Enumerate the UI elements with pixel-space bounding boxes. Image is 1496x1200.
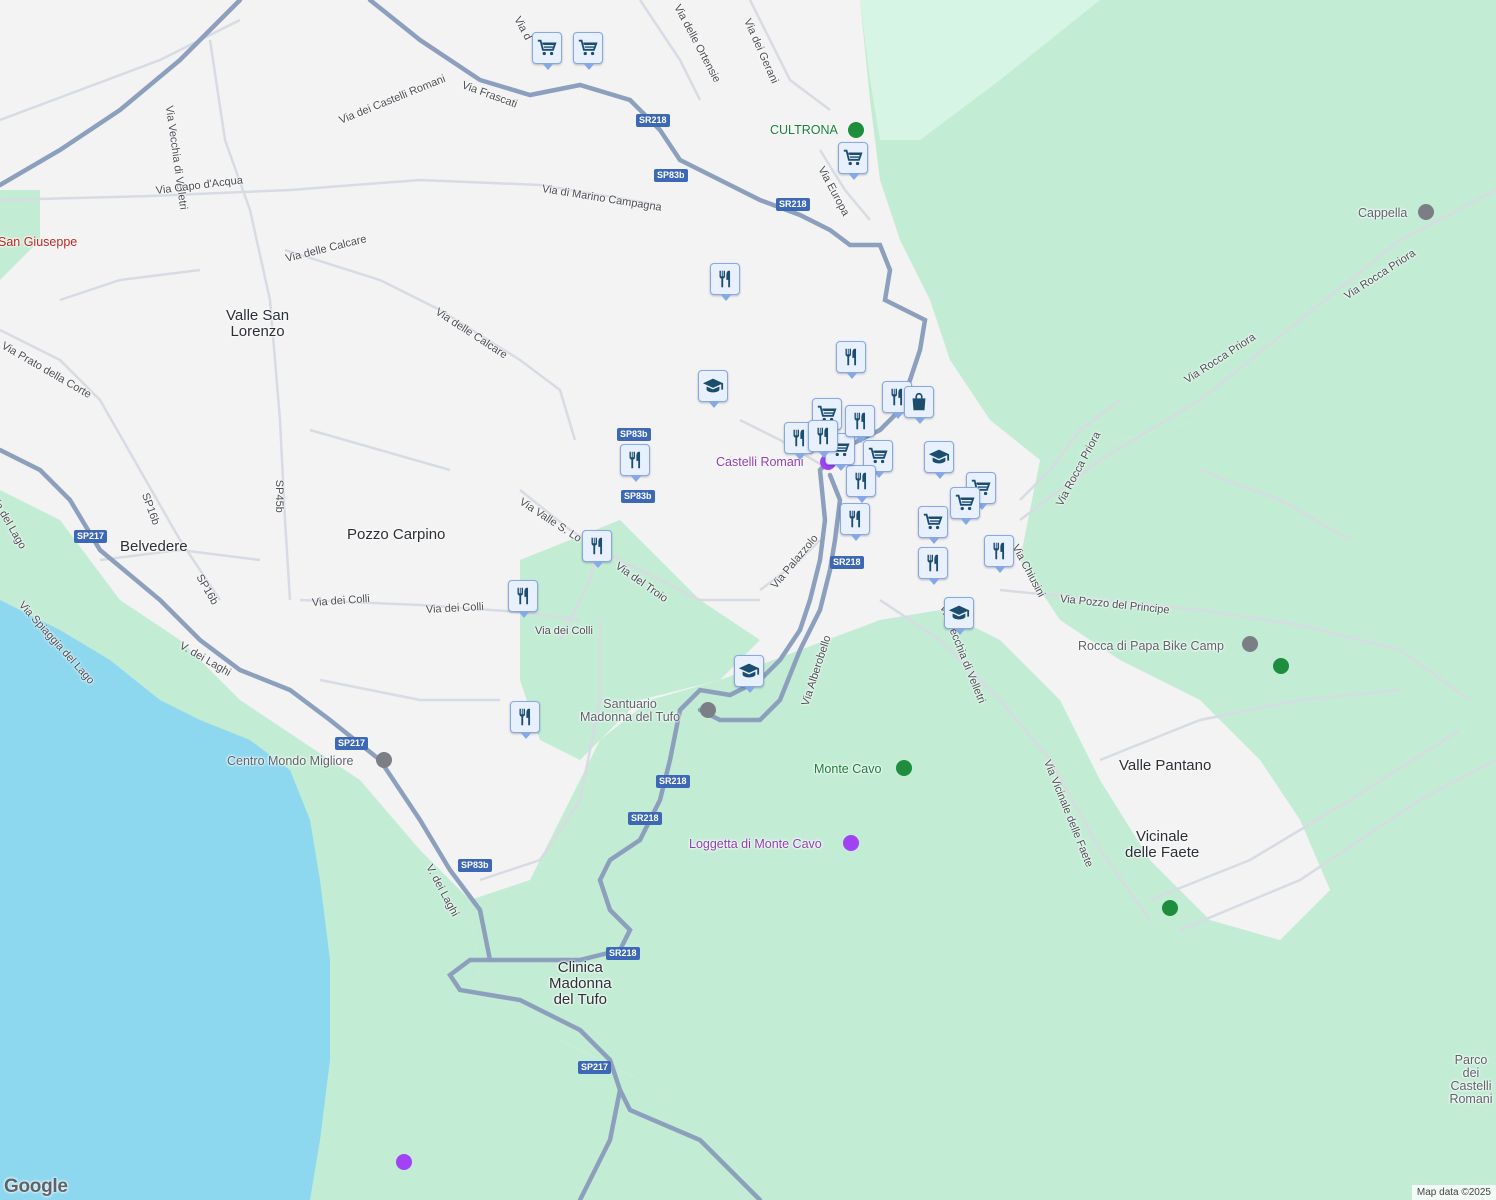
map-marker-graduation-cap[interactable] [924,441,954,479]
viewpoint-camera-icon[interactable] [843,835,859,851]
cart-icon [577,37,599,59]
map-marker-cart[interactable] [950,487,980,525]
fork-knife-icon [988,540,1010,562]
area-label-belvedere: Belvedere [120,538,188,555]
map-marker-shopping-bag[interactable] [904,386,934,424]
park-poi-icon[interactable] [1273,658,1289,674]
school-icon[interactable] [1242,636,1258,652]
area-label-valle-san-lorenzo: Valle San Lorenzo [226,307,290,340]
map-marker-cart[interactable] [532,32,562,70]
poi-label-parco-dei-castelli-romani[interactable]: Parco dei Castelli Romani [1446,1053,1496,1107]
map-marker-fork-knife[interactable] [710,263,740,301]
fork-knife-icon [922,552,944,574]
graduation-cap-icon [948,602,970,624]
fork-knife-icon [849,410,871,432]
map-marker-fork-knife[interactable] [808,420,838,458]
poi-label-monte-cavo[interactable]: Monte Cavo [814,762,881,776]
map-marker-cart[interactable] [838,142,868,180]
museum-icon[interactable] [376,752,392,768]
museum-icon[interactable] [396,1154,412,1170]
map-marker-graduation-cap[interactable] [698,370,728,408]
fork-knife-icon [850,470,872,492]
map-data-attribution[interactable]: Map data ©2025 [1411,1185,1496,1200]
road-shield: SP83b [617,428,651,441]
tree-icon[interactable] [1162,900,1178,916]
cart-icon [922,511,944,533]
mountain-peak-icon[interactable] [896,760,912,776]
graduation-cap-icon [702,375,724,397]
graduation-cap-icon [738,660,760,682]
fork-knife-icon [586,535,608,557]
road-shield: SR218 [830,556,864,569]
poi-label-centro-mondo-migliore[interactable]: Centro Mondo Migliore [227,754,353,768]
cart-icon [842,147,864,169]
cart-icon [954,492,976,514]
fork-knife-icon [512,585,534,607]
road-shield: SP83b [458,859,492,872]
fork-knife-icon [788,427,810,449]
map-marker-cart[interactable] [573,32,603,70]
poi-label-castelli-romani[interactable]: Castelli Romani [716,455,804,469]
shopping-bag-icon [908,391,930,413]
road-shield: SR218 [776,198,810,211]
graduation-cap-icon [928,446,950,468]
road-shield: SP83b [654,169,688,182]
poi-label-cultrona[interactable]: CULTRONA [770,123,838,137]
church-cross-icon[interactable] [1418,204,1434,220]
poi-label-rocca-di-papa-bike-camp[interactable]: Rocca di Papa Bike Camp [1078,639,1224,653]
park-poi-icon[interactable] [848,122,864,138]
road-shield: SP217 [335,737,369,750]
map-marker-fork-knife[interactable] [846,465,876,503]
google-logo: Google [4,1176,68,1197]
road-shield: SP217 [578,1061,612,1074]
poi-label-cappella[interactable]: Cappella [1358,206,1407,220]
map-marker-fork-knife[interactable] [508,580,538,618]
road-number-label: SP45b [272,479,285,513]
map-marker-fork-knife[interactable] [620,444,650,482]
area-label-pozzo-carpino: Pozzo Carpino [347,526,446,543]
museum-icon[interactable] [700,702,716,718]
map-marker-fork-knife[interactable] [840,503,870,541]
fork-knife-icon [812,425,834,447]
fork-knife-icon [714,268,736,290]
poi-label-santuario-madonna-del-tufo[interactable]: Santuario Madonna del Tufo [580,697,680,724]
poi-label-san-giuseppe[interactable]: San Giuseppe [0,235,77,249]
road-shield: SP83b [621,490,655,503]
cart-icon [536,37,558,59]
map-marker-cart[interactable] [918,506,948,544]
map-marker-fork-knife[interactable] [984,535,1014,573]
area-label-clinica-madonna-del-tufo: Clinica Madonna del Tufo [549,959,612,1008]
map-canvas[interactable]: Valle San Lorenzo Belvedere Pozzo Carpin… [0,0,1496,1200]
road-shield: SP217 [74,530,108,543]
map-marker-fork-knife[interactable] [845,405,875,443]
map-marker-fork-knife[interactable] [836,341,866,379]
cart-icon [867,445,889,467]
fork-knife-icon [840,346,862,368]
map-marker-fork-knife[interactable] [510,701,540,739]
map-marker-fork-knife[interactable] [918,547,948,585]
road-shield: SR218 [606,947,640,960]
road-shield: SR218 [636,114,670,127]
map-marker-fork-knife[interactable] [582,530,612,568]
area-label-valle-pantano: Valle Pantano [1119,757,1212,774]
road-shield: SR218 [628,812,662,825]
fork-knife-icon [514,706,536,728]
street-label: Via dei Colli [535,625,593,637]
map-marker-graduation-cap[interactable] [944,597,974,635]
fork-knife-icon [624,449,646,471]
poi-label-loggetta-di-monte-cavo[interactable]: Loggetta di Monte Cavo [689,837,822,851]
map-marker-graduation-cap[interactable] [734,655,764,693]
fork-knife-icon [844,508,866,530]
area-label-vicinale-delle-faete: Vicinale delle Faete [1125,828,1200,861]
road-shield: SR218 [656,775,690,788]
